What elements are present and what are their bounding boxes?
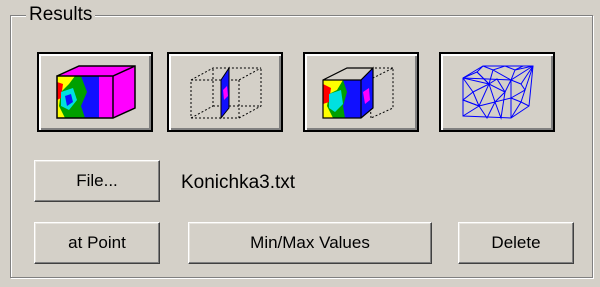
- section-plane-wireframe-icon: [190, 66, 262, 120]
- section-plane-view-button[interactable]: [167, 52, 283, 132]
- results-group-title: Results: [26, 4, 96, 26]
- at-point-button-label: at Point: [68, 233, 126, 252]
- mesh-view-button[interactable]: [439, 52, 555, 132]
- minmax-values-button[interactable]: Min/Max Values: [188, 222, 432, 264]
- solid-contour-view-button[interactable]: [37, 52, 153, 132]
- at-point-button[interactable]: at Point: [34, 222, 160, 264]
- filename-label: Konichka3.txt: [181, 172, 296, 193]
- minmax-values-button-label: Min/Max Values: [250, 233, 370, 252]
- delete-button[interactable]: Delete: [458, 222, 574, 264]
- solid-contour-cube-icon: [56, 65, 136, 119]
- contour-section-view-button[interactable]: [303, 52, 419, 132]
- delete-button-label: Delete: [491, 233, 541, 252]
- contour-section-cube-icon: [322, 66, 394, 119]
- file-button-label: File...: [76, 171, 118, 190]
- file-button[interactable]: File...: [34, 160, 160, 202]
- mesh-cube-icon: [462, 65, 534, 120]
